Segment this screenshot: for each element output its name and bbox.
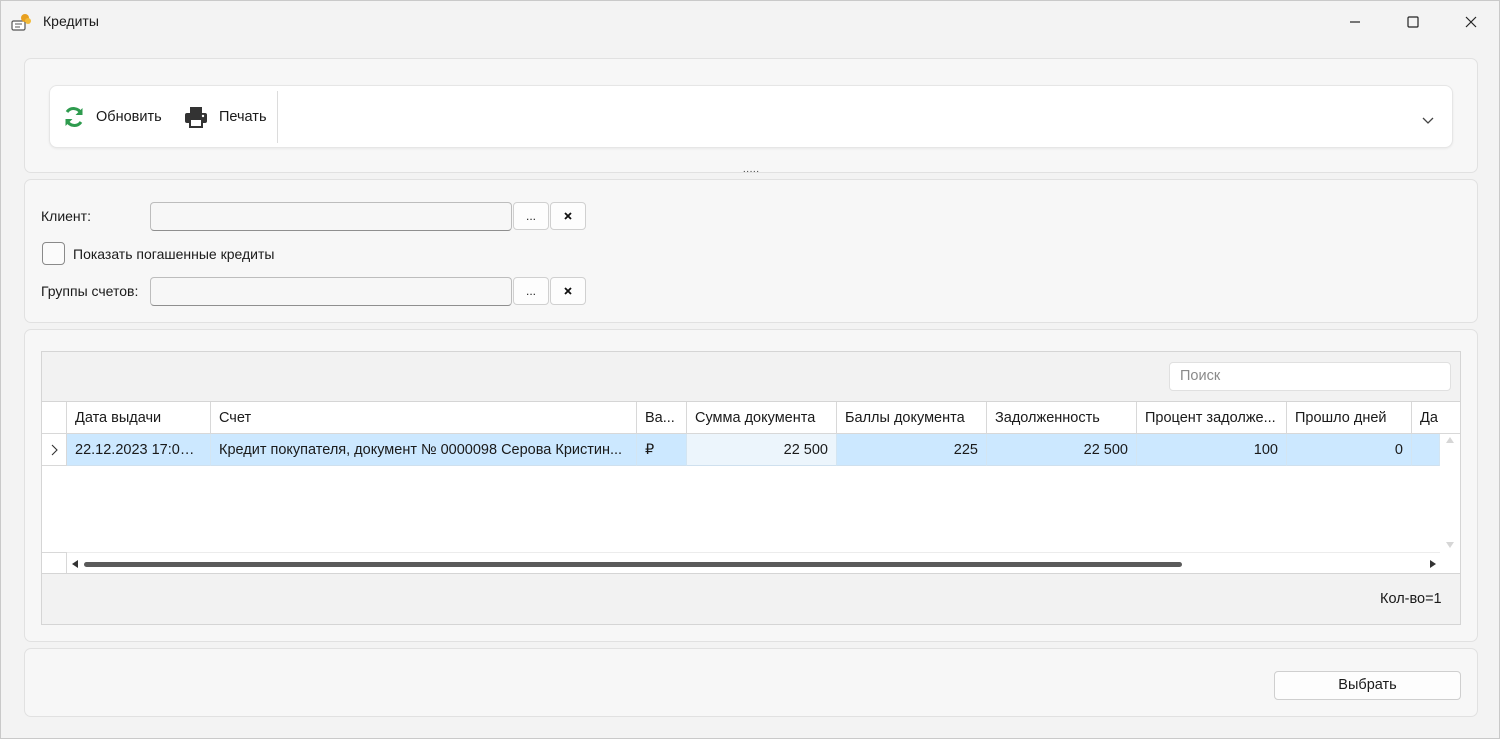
client-label: Клиент: — [41, 208, 91, 224]
column-header-document-sum[interactable]: Сумма документа — [687, 402, 837, 434]
column-header-issue-date[interactable]: Дата выдачи — [67, 402, 211, 434]
account-groups-label: Группы счетов: — [41, 283, 139, 299]
column-header-debt-percent[interactable]: Процент задолже... — [1137, 402, 1287, 434]
search-input[interactable]: Поиск — [1169, 362, 1451, 391]
select-button[interactable]: Выбрать — [1274, 671, 1461, 700]
cell-debt[interactable]: 22 500 — [987, 434, 1137, 466]
footer-panel — [24, 648, 1478, 717]
column-header-date-cut[interactable]: Да — [1412, 402, 1460, 434]
chevron-down-icon — [1422, 117, 1434, 124]
maximize-icon — [1407, 16, 1419, 28]
client-browse-button[interactable]: ... — [513, 202, 549, 230]
close-icon — [1465, 16, 1477, 28]
title-bar[interactable]: Кредиты — [1, 1, 1499, 43]
scroll-right-icon[interactable] — [1429, 559, 1437, 569]
cell-document-points[interactable]: 225 — [837, 434, 987, 466]
account-groups-clear-button[interactable] — [550, 277, 586, 305]
account-groups-input[interactable] — [150, 277, 512, 306]
minimize-button[interactable] — [1326, 1, 1384, 43]
grid-body: Дата выдачи Счет Ва... Сумма документа Б… — [42, 401, 1460, 574]
toolbar-separator — [277, 91, 278, 143]
client-input[interactable] — [150, 202, 512, 231]
chevron-right-icon — [51, 444, 58, 455]
toolbar-expand-button[interactable] — [1416, 108, 1440, 132]
scroll-left-icon[interactable] — [71, 559, 79, 569]
cell-currency[interactable]: ₽ — [637, 434, 687, 466]
show-repaid-label[interactable]: Показать погашенные кредиты — [73, 246, 274, 262]
window-title: Кредиты — [43, 13, 99, 29]
row-indicator-header — [42, 402, 67, 434]
cell-days-passed[interactable]: 0 — [1287, 434, 1412, 466]
refresh-label: Обновить — [96, 108, 162, 125]
app-icon — [11, 12, 33, 34]
column-header-days-passed[interactable]: Прошло дней — [1287, 402, 1412, 434]
toolbar: Обновить Печать — [49, 85, 1453, 148]
column-header-account[interactable]: Счет — [211, 402, 637, 434]
row-count-label: Кол-во=1 — [1380, 591, 1442, 607]
clear-icon — [564, 212, 572, 220]
credits-window: Кредиты Обновить Печать ····· Клиент: ..… — [0, 0, 1500, 739]
row-indicator[interactable] — [42, 434, 67, 466]
show-repaid-checkbox[interactable] — [42, 242, 65, 265]
client-clear-button[interactable] — [550, 202, 586, 230]
printer-icon — [185, 106, 207, 128]
cell-document-sum[interactable]: 22 500 — [687, 434, 837, 466]
cell-debt-percent[interactable]: 100 — [1137, 434, 1287, 466]
refresh-button[interactable]: Обновить — [62, 86, 162, 147]
print-button[interactable]: Печать — [184, 86, 267, 147]
refresh-icon — [65, 106, 83, 127]
account-groups-browse-button[interactable]: ... — [513, 277, 549, 305]
scroll-arrows-icon — [1446, 437, 1454, 548]
vertical-scrollbar[interactable] — [1440, 434, 1460, 552]
horizontal-scroll-thumb[interactable] — [84, 562, 1182, 567]
maximize-button[interactable] — [1384, 1, 1442, 43]
horizontal-scrollbar[interactable] — [67, 552, 1440, 573]
cell-date-cut[interactable] — [1412, 434, 1440, 466]
column-header-debt[interactable]: Задолженность — [987, 402, 1137, 434]
grid-corner — [42, 552, 67, 573]
credits-grid: Поиск Дата выдачи Счет Ва... Сумма докум… — [41, 351, 1461, 625]
print-label: Печать — [219, 108, 267, 125]
splitter-handle[interactable]: ····· — [741, 167, 761, 177]
cell-issue-date[interactable]: 22.12.2023 17:05:... — [67, 434, 211, 466]
close-button[interactable] — [1442, 1, 1500, 43]
column-header-document-points[interactable]: Баллы документа — [837, 402, 987, 434]
column-header-currency[interactable]: Ва... — [637, 402, 687, 434]
clear-icon — [564, 287, 572, 295]
minimize-icon — [1350, 21, 1360, 23]
cell-account[interactable]: Кредит покупателя, документ № 0000098 Се… — [211, 434, 637, 466]
